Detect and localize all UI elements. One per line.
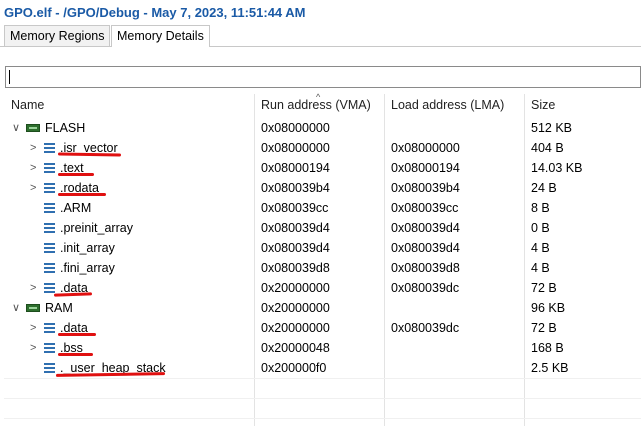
- section-icon: [44, 202, 55, 214]
- section-icon: [44, 222, 55, 234]
- row-lma: 0x080039dc: [391, 321, 460, 335]
- chevron-right-icon[interactable]: >: [30, 278, 36, 298]
- row-lma: 0x080039dc: [391, 281, 460, 295]
- sort-ascending-icon: ^: [316, 92, 321, 102]
- chevron-right-icon[interactable]: >: [30, 318, 36, 338]
- row-size: 72 B: [531, 321, 557, 335]
- table-row[interactable]: ∨ FLASH 0x08000000 512 KB: [4, 118, 641, 138]
- empty-row: [4, 378, 641, 399]
- row-size: 4 B: [531, 261, 550, 275]
- row-vma: 0x080039b4: [261, 181, 330, 195]
- row-size: 4 B: [531, 241, 550, 255]
- section-icon: [44, 262, 55, 274]
- annotation-underline: [58, 173, 94, 176]
- section-icon: [44, 342, 55, 354]
- column-header-name[interactable]: Name: [11, 94, 44, 116]
- row-size: 8 B: [531, 201, 550, 215]
- row-vma: 0x20000000: [261, 321, 330, 335]
- row-vma: 0x080039d8: [261, 261, 330, 275]
- row-size: 512 KB: [531, 121, 573, 135]
- section-icon: [44, 362, 55, 374]
- row-name: .init_array: [60, 241, 115, 255]
- row-name: .ARM: [60, 201, 92, 215]
- row-size: 24 B: [531, 181, 557, 195]
- row-vma: 0x080039d4: [261, 241, 330, 255]
- section-icon: [44, 142, 55, 154]
- row-lma: 0x080039d8: [391, 261, 460, 275]
- empty-row: [4, 398, 641, 419]
- row-size: 72 B: [531, 281, 557, 295]
- row-lma: 0x080039d4: [391, 221, 460, 235]
- chevron-down-icon[interactable]: ∨: [12, 298, 20, 318]
- row-size: 168 B: [531, 341, 564, 355]
- section-icon: [44, 282, 55, 294]
- table-row[interactable]: .init_array 0x080039d4 0x080039d4 4 B: [4, 238, 641, 258]
- annotation-underline: [58, 193, 106, 196]
- row-vma: 0x08000000: [261, 141, 330, 155]
- table-row[interactable]: .preinit_array 0x080039d4 0x080039d4 0 B: [4, 218, 641, 238]
- chevron-right-icon[interactable]: >: [30, 138, 36, 158]
- column-header-lma[interactable]: Load address (LMA): [391, 94, 504, 116]
- column-header-size[interactable]: Size: [531, 94, 555, 116]
- row-lma: 0x08000194: [391, 161, 460, 175]
- row-vma: 0x20000048: [261, 341, 330, 355]
- annotation-underline: [58, 353, 93, 356]
- row-size: 0 B: [531, 221, 550, 235]
- section-icon: [44, 242, 55, 254]
- row-name: FLASH: [45, 121, 86, 135]
- chevron-right-icon[interactable]: >: [30, 338, 36, 358]
- table-row[interactable]: > .data 0x20000000 0x080039dc 72 B: [4, 318, 641, 338]
- window-title: GPO.elf - /GPO/Debug - May 7, 2023, 11:5…: [4, 5, 306, 20]
- row-size: 96 KB: [531, 301, 566, 315]
- table-row[interactable]: > .bss 0x20000048 168 B: [4, 338, 641, 358]
- memory-region-icon: [26, 304, 40, 312]
- table-header: Name Run address (VMA) ^ Load address (L…: [4, 92, 641, 116]
- row-lma: 0x080039d4: [391, 241, 460, 255]
- empty-row: [4, 418, 641, 439]
- row-size: 2.5 KB: [531, 361, 569, 375]
- row-name: RAM: [45, 301, 73, 315]
- chevron-right-icon[interactable]: >: [30, 158, 36, 178]
- filter-input[interactable]: [5, 66, 641, 88]
- table-row[interactable]: .fini_array 0x080039d8 0x080039d8 4 B: [4, 258, 641, 278]
- section-icon: [44, 182, 55, 194]
- annotation-underline: [58, 333, 96, 336]
- tab-memory-details[interactable]: Memory Details: [111, 25, 210, 47]
- memory-region-icon: [26, 124, 40, 132]
- row-vma: 0x08000000: [261, 121, 330, 135]
- tab-memory-regions[interactable]: Memory Regions: [4, 25, 111, 46]
- chevron-right-icon[interactable]: >: [30, 178, 36, 198]
- row-vma: 0x200000f0: [261, 361, 327, 375]
- table-row[interactable]: .ARM 0x080039cc 0x080039cc 8 B: [4, 198, 641, 218]
- chevron-down-icon[interactable]: ∨: [12, 118, 20, 138]
- table-row[interactable]: ∨ RAM 0x20000000 96 KB: [4, 298, 641, 318]
- tab-bar: Memory Regions Memory Details: [0, 25, 641, 47]
- row-vma: 0x08000194: [261, 161, 330, 175]
- row-size: 404 B: [531, 141, 564, 155]
- row-lma: 0x08000000: [391, 141, 460, 155]
- row-vma: 0x080039d4: [261, 221, 330, 235]
- row-vma: 0x080039cc: [261, 201, 329, 215]
- section-icon: [44, 322, 55, 334]
- text-caret: [9, 70, 10, 84]
- row-lma: 0x080039cc: [391, 201, 459, 215]
- table-row[interactable]: > .data 0x20000000 0x080039dc 72 B: [4, 278, 641, 298]
- row-name: .preinit_array: [60, 221, 133, 235]
- section-icon: [44, 162, 55, 174]
- row-size: 14.03 KB: [531, 161, 583, 175]
- row-vma: 0x20000000: [261, 281, 330, 295]
- row-vma: 0x20000000: [261, 301, 330, 315]
- row-lma: 0x080039b4: [391, 181, 460, 195]
- memory-details-table: Name Run address (VMA) ^ Load address (L…: [4, 92, 641, 426]
- table-row[interactable]: > .text 0x08000194 0x08000194 14.03 KB: [4, 158, 641, 178]
- row-name: .fini_array: [60, 261, 115, 275]
